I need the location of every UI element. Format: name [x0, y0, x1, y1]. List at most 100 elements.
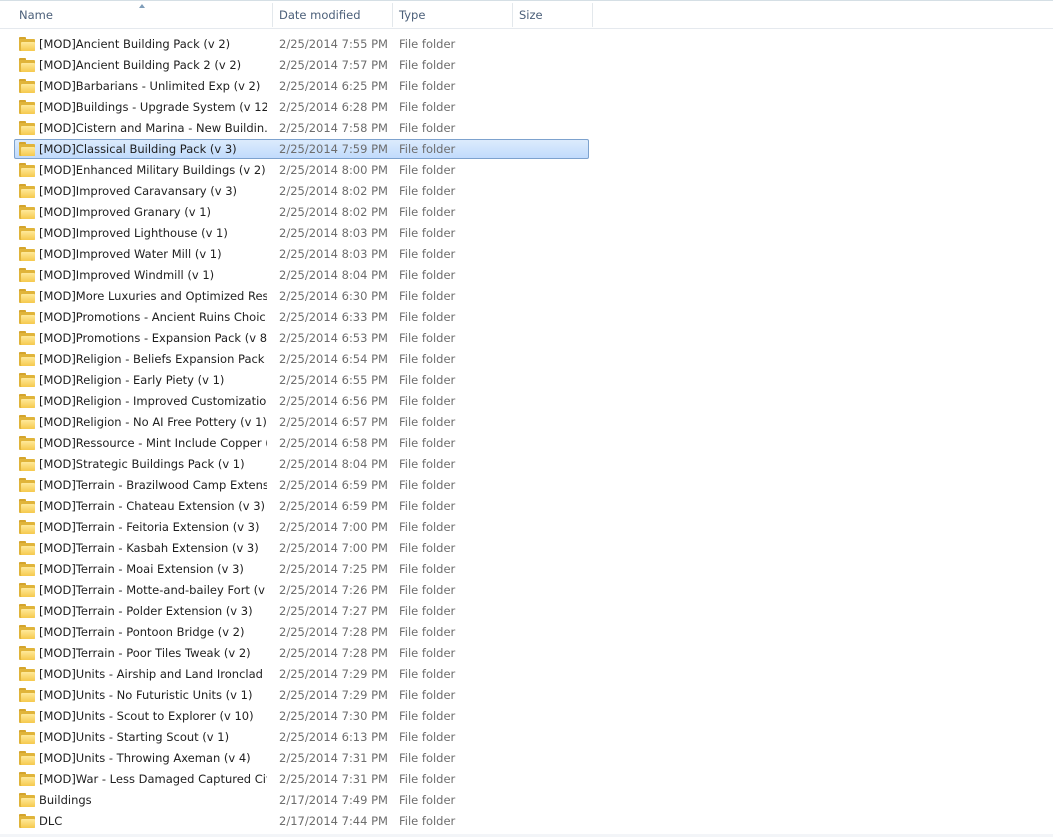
file-row[interactable]: [MOD]Classical Building Pack (v 3) 2/25/2…	[0, 139, 1053, 160]
file-row[interactable]: [MOD]Buildings - Upgrade System (v 12) 2/…	[0, 97, 1053, 118]
folder-icon	[19, 625, 35, 639]
file-date-modified: 2/25/2014 7:57 PM	[279, 58, 388, 72]
column-header-date-modified[interactable]: Date modified	[273, 1, 393, 29]
file-name[interactable]: [MOD]More Luxuries and Optimized Res...	[39, 286, 267, 307]
column-header-size[interactable]: Size	[513, 1, 593, 29]
folder-icon	[19, 583, 35, 597]
file-name[interactable]: [MOD]Religion - Early Piety (v 1)	[39, 370, 267, 391]
file-name[interactable]: [MOD]Terrain - Feitoria Extension (v 3)	[39, 517, 267, 538]
file-name[interactable]: [MOD]War - Less Damaged Captured Citi...	[39, 769, 267, 790]
file-name[interactable]: [MOD]Units - Scout to Explorer (v 10)	[39, 706, 267, 727]
file-row[interactable]: [MOD]Ressource - Mint Include Copper (..…	[0, 433, 1053, 454]
file-name[interactable]: [MOD]Terrain - Kasbah Extension (v 3)	[39, 538, 267, 559]
file-row[interactable]: [MOD]Ancient Building Pack 2 (v 2) 2/25/2…	[0, 55, 1053, 76]
file-row[interactable]: [MOD]Terrain - Brazilwood Camp Extensi..…	[0, 475, 1053, 496]
folder-icon	[19, 646, 35, 660]
file-row[interactable]: [MOD]Improved Granary (v 1) 2/25/2014 8:0…	[0, 202, 1053, 223]
folder-icon	[19, 688, 35, 702]
file-row[interactable]: [MOD]Promotions - Expansion Pack (v 8) 2/…	[0, 328, 1053, 349]
file-name[interactable]: [MOD]Units - Airship and Land Ironclad (…	[39, 664, 267, 685]
file-name[interactable]: [MOD]Terrain - Moai Extension (v 3)	[39, 559, 267, 580]
file-type: File folder	[399, 310, 456, 324]
file-name[interactable]: [MOD]Ressource - Mint Include Copper (..…	[39, 433, 267, 454]
file-type: File folder	[399, 457, 456, 471]
folder-icon	[19, 142, 35, 156]
file-row[interactable]: [MOD]Terrain - Kasbah Extension (v 3) 2/2…	[0, 538, 1053, 559]
file-row[interactable]: [MOD]Units - Starting Scout (v 1) 2/25/20…	[0, 727, 1053, 748]
file-name[interactable]: [MOD]Improved Lighthouse (v 1)	[39, 223, 267, 244]
file-name[interactable]: [MOD]Improved Granary (v 1)	[39, 202, 267, 223]
file-row[interactable]: DLC 2/17/2014 7:44 PM File folder	[0, 811, 1053, 832]
file-row[interactable]: [MOD]Units - Scout to Explorer (v 10) 2/2…	[0, 706, 1053, 727]
file-row[interactable]: [MOD]Terrain - Poor Tiles Tweak (v 2) 2/2…	[0, 643, 1053, 664]
file-row[interactable]: [MOD]Religion - No AI Free Pottery (v 1)…	[0, 412, 1053, 433]
file-name[interactable]: [MOD]Ancient Building Pack (v 2)	[39, 34, 267, 55]
file-row[interactable]: [MOD]Units - Airship and Land Ironclad (…	[0, 664, 1053, 685]
file-name[interactable]: [MOD]Improved Windmill (v 1)	[39, 265, 267, 286]
file-row[interactable]: [MOD]Terrain - Chateau Extension (v 3) 2/…	[0, 496, 1053, 517]
file-name[interactable]: [MOD]Terrain - Polder Extension (v 3)	[39, 601, 267, 622]
file-type: File folder	[399, 289, 456, 303]
file-name[interactable]: [MOD]Religion - Beliefs Expansion Pack (…	[39, 349, 267, 370]
file-row[interactable]: [MOD]Terrain - Pontoon Bridge (v 2) 2/25/…	[0, 622, 1053, 643]
file-date-modified: 2/25/2014 7:31 PM	[279, 772, 388, 786]
file-name[interactable]: [MOD]Improved Water Mill (v 1)	[39, 244, 267, 265]
file-row[interactable]: [MOD]Units - No Futuristic Units (v 1) 2/…	[0, 685, 1053, 706]
file-row[interactable]: [MOD]Terrain - Motte-and-bailey Fort (v …	[0, 580, 1053, 601]
file-name[interactable]: Buildings	[39, 790, 267, 811]
file-name[interactable]: [MOD]Strategic Buildings Pack (v 1)	[39, 454, 267, 475]
folder-icon	[19, 121, 35, 135]
file-row[interactable]: [MOD]Enhanced Military Buildings (v 2) 2/…	[0, 160, 1053, 181]
file-name[interactable]: [MOD]Units - No Futuristic Units (v 1)	[39, 685, 267, 706]
file-name[interactable]: DLC	[39, 811, 267, 832]
file-name[interactable]: [MOD]Improved Caravansary (v 3)	[39, 181, 267, 202]
file-row[interactable]: [MOD]Religion - Early Piety (v 1) 2/25/20…	[0, 370, 1053, 391]
file-row[interactable]: [MOD]Terrain - Feitoria Extension (v 3) 2…	[0, 517, 1053, 538]
file-row[interactable]: [MOD]Barbarians - Unlimited Exp (v 2) 2/2…	[0, 76, 1053, 97]
file-row[interactable]: [MOD]Improved Caravansary (v 3) 2/25/2014…	[0, 181, 1053, 202]
file-row[interactable]: [MOD]Cistern and Marina - New Buildin...…	[0, 118, 1053, 139]
file-row[interactable]: [MOD]Promotions - Ancient Ruins Choic...…	[0, 307, 1053, 328]
file-date-modified: 2/25/2014 6:33 PM	[279, 310, 388, 324]
file-name[interactable]: [MOD]Classical Building Pack (v 3)	[39, 139, 267, 160]
file-name[interactable]: [MOD]Religion - Improved Customizatio...	[39, 391, 267, 412]
file-row[interactable]: [MOD]Improved Windmill (v 1) 2/25/2014 8:…	[0, 265, 1053, 286]
file-name[interactable]: [MOD]Promotions - Expansion Pack (v 8)	[39, 328, 267, 349]
file-name[interactable]: [MOD]Enhanced Military Buildings (v 2)	[39, 160, 267, 181]
file-row[interactable]: [MOD]War - Less Damaged Captured Citi...…	[0, 769, 1053, 790]
file-row[interactable]: [MOD]Improved Lighthouse (v 1) 2/25/2014 …	[0, 223, 1053, 244]
file-row[interactable]: [MOD]Religion - Improved Customizatio...…	[0, 391, 1053, 412]
file-row[interactable]: [MOD]Religion - Beliefs Expansion Pack (…	[0, 349, 1053, 370]
file-name[interactable]: [MOD]Cistern and Marina - New Buildin...	[39, 118, 267, 139]
file-row[interactable]: [MOD]Terrain - Polder Extension (v 3) 2/2…	[0, 601, 1053, 622]
file-date-modified: 2/25/2014 7:28 PM	[279, 625, 388, 639]
file-name[interactable]: [MOD]Terrain - Poor Tiles Tweak (v 2)	[39, 643, 267, 664]
file-name[interactable]: [MOD]Ancient Building Pack 2 (v 2)	[39, 55, 267, 76]
file-name[interactable]: [MOD]Units - Starting Scout (v 1)	[39, 727, 267, 748]
file-name[interactable]: [MOD]Terrain - Pontoon Bridge (v 2)	[39, 622, 267, 643]
column-divider[interactable]	[592, 3, 593, 27]
column-header-type[interactable]: Type	[393, 1, 513, 29]
file-type: File folder	[399, 58, 456, 72]
file-type: File folder	[399, 814, 456, 828]
file-row[interactable]: [MOD]Strategic Buildings Pack (v 1) 2/25/…	[0, 454, 1053, 475]
file-type: File folder	[399, 604, 456, 618]
file-name[interactable]: [MOD]Terrain - Brazilwood Camp Extensi..…	[39, 475, 267, 496]
file-row[interactable]: [MOD]Terrain - Moai Extension (v 3) 2/25/…	[0, 559, 1053, 580]
file-row[interactable]: [MOD]Units - Throwing Axeman (v 4) 2/25/2…	[0, 748, 1053, 769]
file-name[interactable]: [MOD]Terrain - Motte-and-bailey Fort (v …	[39, 580, 267, 601]
file-name[interactable]: [MOD]Terrain - Chateau Extension (v 3)	[39, 496, 267, 517]
file-name[interactable]: [MOD]Units - Throwing Axeman (v 4)	[39, 748, 267, 769]
file-row[interactable]: [MOD]Improved Water Mill (v 1) 2/25/2014 …	[0, 244, 1053, 265]
file-name[interactable]: [MOD]Barbarians - Unlimited Exp (v 2)	[39, 76, 267, 97]
file-row[interactable]: [MOD]More Luxuries and Optimized Res... 2…	[0, 286, 1053, 307]
file-type: File folder	[399, 373, 456, 387]
file-name[interactable]: [MOD]Buildings - Upgrade System (v 12)	[39, 97, 267, 118]
sort-ascending-icon	[139, 4, 145, 8]
file-name[interactable]: [MOD]Religion - No AI Free Pottery (v 1)	[39, 412, 267, 433]
file-row[interactable]: Buildings 2/17/2014 7:49 PM File folder	[0, 790, 1053, 811]
file-name[interactable]: [MOD]Promotions - Ancient Ruins Choic...	[39, 307, 267, 328]
file-row[interactable]: [MOD]Ancient Building Pack (v 2) 2/25/201…	[0, 34, 1053, 55]
file-date-modified: 2/25/2014 6:13 PM	[279, 730, 388, 744]
file-date-modified: 2/25/2014 6:58 PM	[279, 436, 388, 450]
